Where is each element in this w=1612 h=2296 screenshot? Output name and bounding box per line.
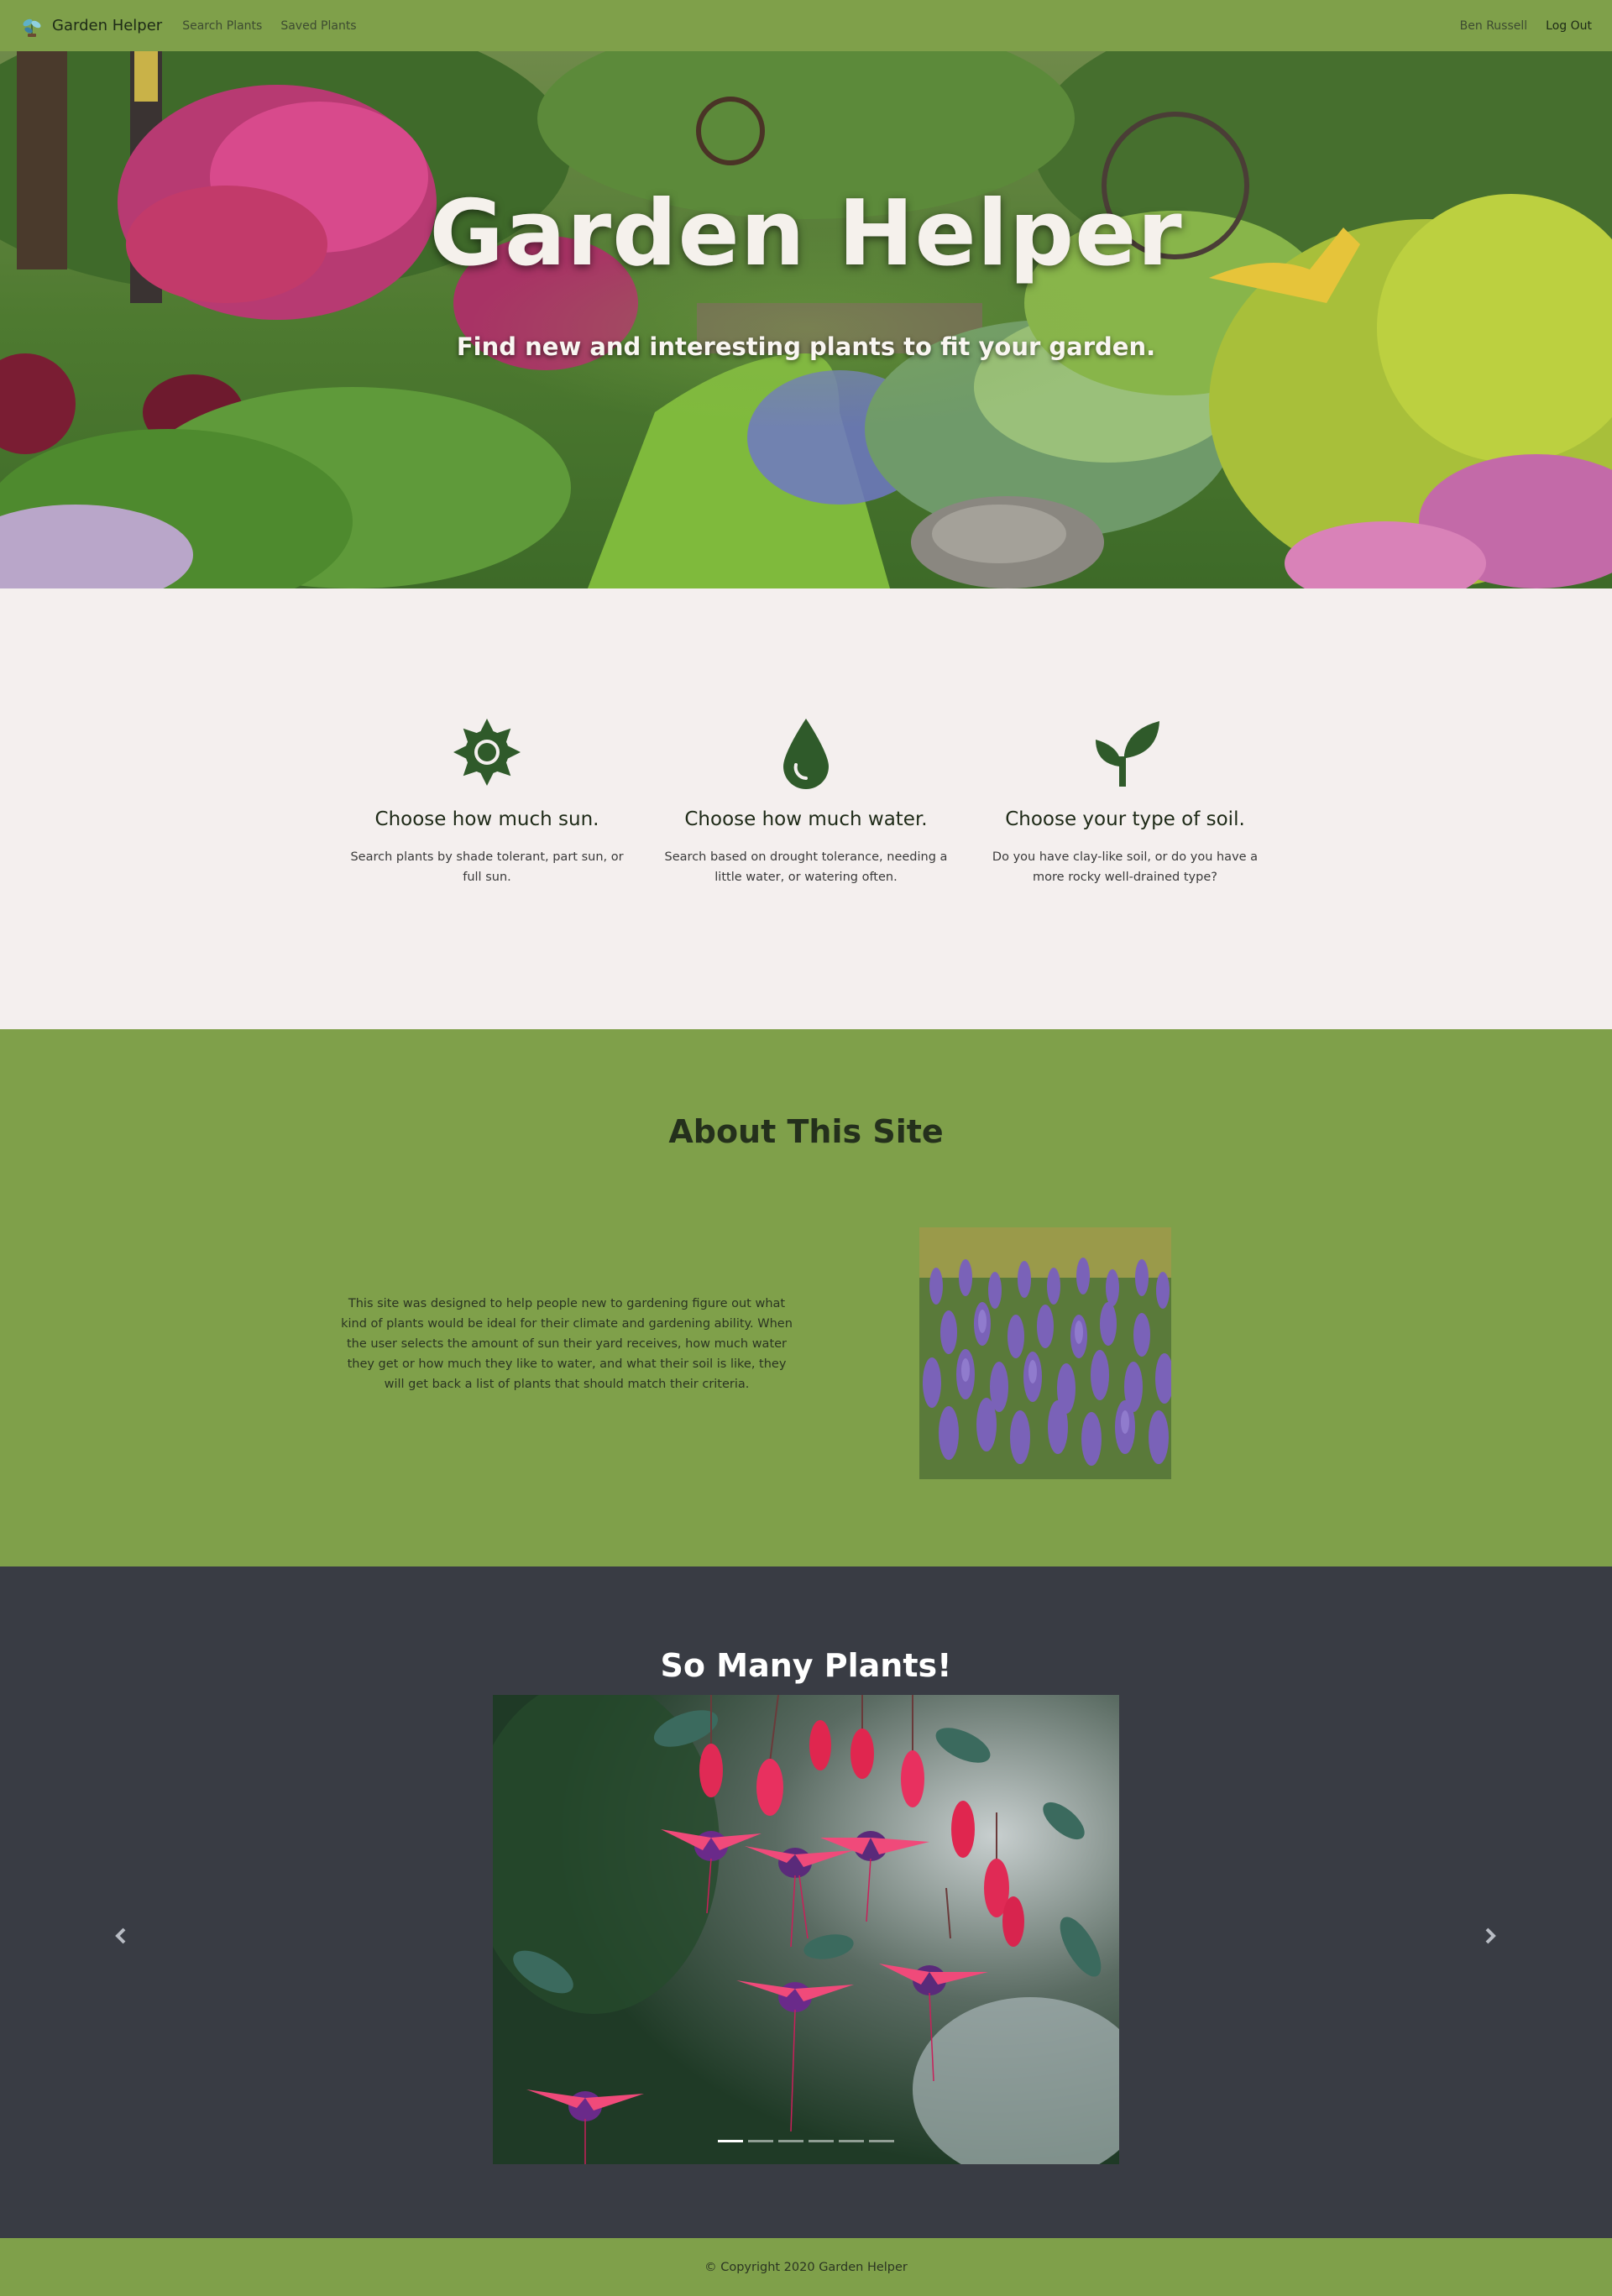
carousel-title: So Many Plants! [660, 1647, 952, 1684]
feature-soil: Choose your type of soil. Do you have cl… [974, 714, 1276, 887]
hero-title: Garden Helper [429, 181, 1183, 286]
chevron-right-icon [1485, 1927, 1496, 1944]
sun-icon [453, 719, 521, 786]
carousel-slide[interactable] [493, 1695, 1119, 2164]
about-text: This site was designed to help people ne… [341, 1297, 793, 1391]
user-name[interactable]: Ben Russell [1460, 19, 1528, 33]
nav-link-saved-plants[interactable]: Saved Plants [280, 19, 356, 33]
brand-name: Garden Helper [52, 17, 163, 34]
nav-link-search-plants[interactable]: Search Plants [182, 19, 262, 33]
hero-subtitle: Find new and interesting plants to fit y… [456, 332, 1156, 361]
feature-water-text: Search based on drought tolerance, needi… [664, 850, 948, 884]
carousel-next-button[interactable] [1473, 1919, 1507, 1953]
water-drop-icon [783, 719, 829, 789]
carousel-indicator-3[interactable] [778, 2140, 803, 2142]
carousel-prev-button[interactable] [104, 1919, 138, 1953]
carousel-indicators [493, 2140, 1119, 2142]
footer: © Copyright 2020 Garden Helper [0, 2238, 1612, 2296]
lavender-image [919, 1227, 1171, 1479]
hero-banner: Garden Helper Find new and interesting p… [0, 51, 1612, 588]
feature-soil-title: Choose your type of soil. [1005, 808, 1245, 830]
sprout-icon [1096, 721, 1159, 787]
navbar: Garden Helper Search Plants Saved Plants… [0, 0, 1612, 51]
nav-user-area: Ben Russell Log Out [1460, 19, 1592, 33]
fuchsia-image [493, 1695, 1119, 2164]
feature-sun-title: Choose how much sun. [374, 808, 599, 830]
chevron-left-icon [115, 1927, 126, 1944]
plant-logo-icon [23, 18, 41, 37]
feature-water: Choose how much water. Search based on d… [655, 714, 957, 887]
carousel-indicator-6[interactable] [869, 2140, 894, 2142]
logout-link[interactable]: Log Out [1546, 19, 1592, 33]
about-section: About This Site This site was designed t… [0, 1029, 1612, 1566]
carousel-indicator-2[interactable] [748, 2140, 773, 2142]
brand-link[interactable]: Garden Helper [20, 14, 162, 38]
nav-links: Search Plants Saved Plants [182, 19, 356, 33]
about-title: About This Site [668, 1113, 944, 1150]
feature-sun: Choose how much sun. Search plants by sh… [336, 714, 638, 887]
carousel-indicator-5[interactable] [839, 2140, 864, 2142]
feature-sun-text: Search plants by shade tolerant, part su… [350, 850, 624, 884]
copyright-text: © Copyright 2020 Garden Helper [704, 2260, 908, 2274]
features-section: Choose how much sun. Search plants by sh… [0, 588, 1612, 1029]
feature-water-title: Choose how much water. [684, 808, 928, 830]
carousel-indicator-1[interactable] [718, 2140, 743, 2142]
plants-carousel-section: So Many Plants! [0, 1566, 1612, 2238]
feature-soil-text: Do you have clay-like soil, or do you ha… [992, 850, 1259, 884]
carousel-indicator-4[interactable] [809, 2140, 834, 2142]
garden-hero-image [0, 51, 1612, 588]
